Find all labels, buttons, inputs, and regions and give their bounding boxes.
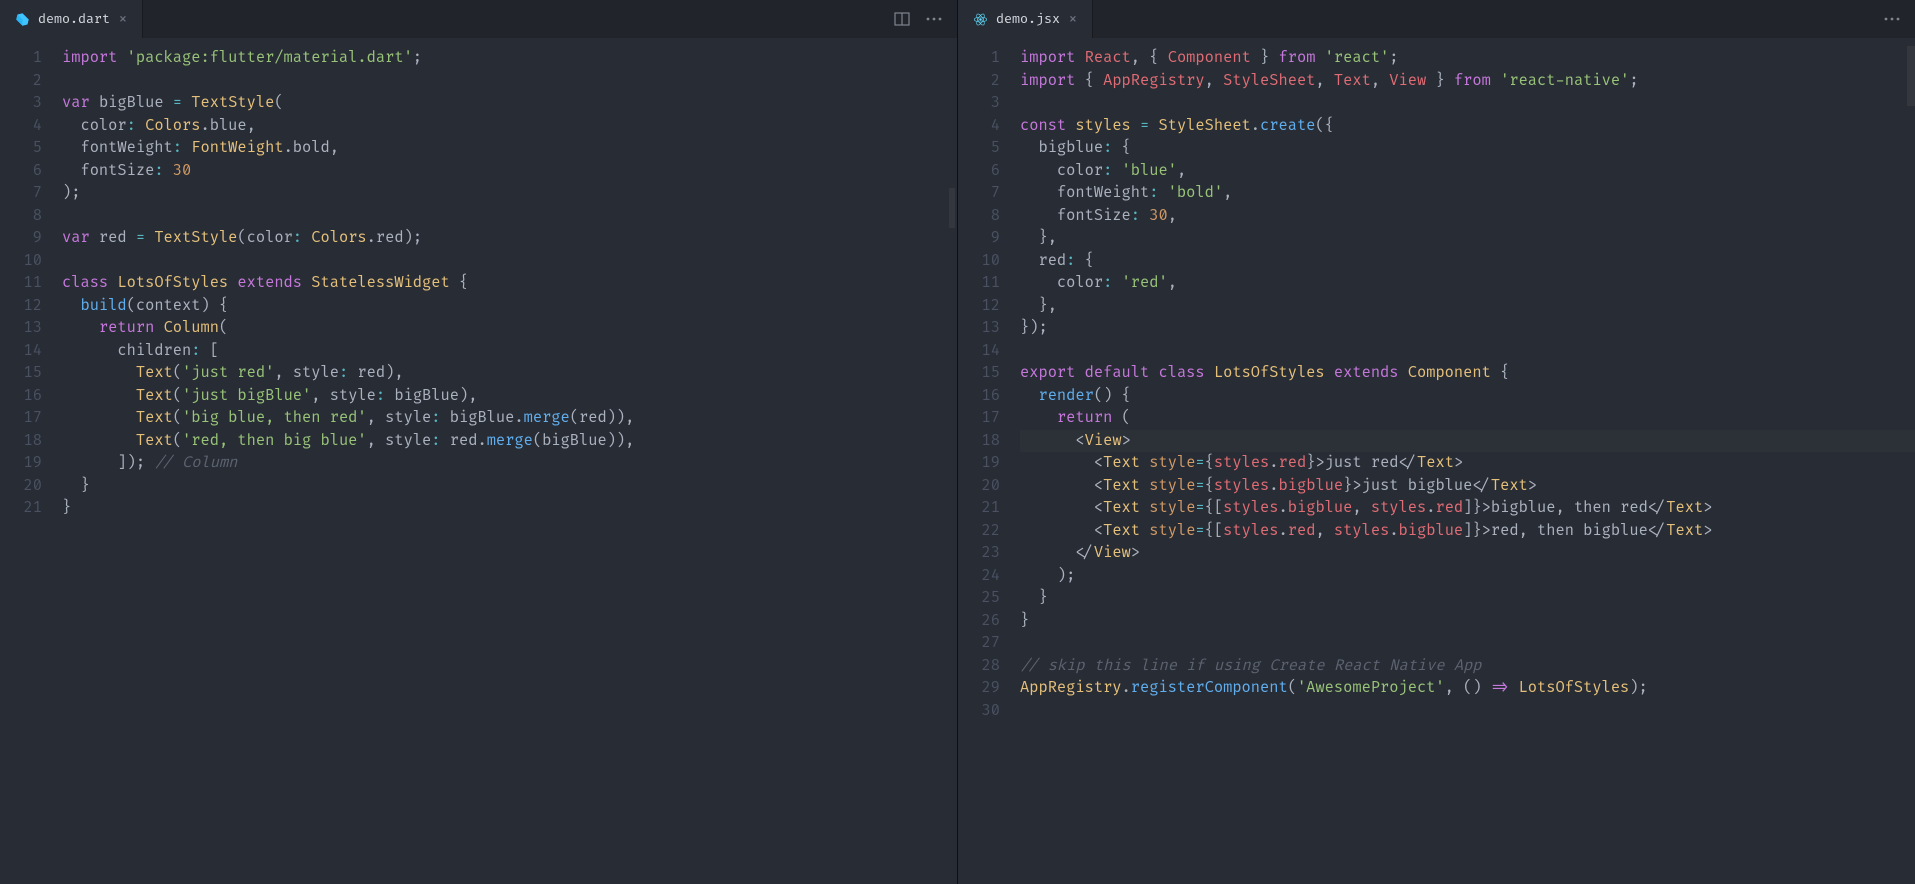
- tab-bar-left: demo.dart ×: [0, 0, 957, 38]
- tab-demo-jsx[interactable]: demo.jsx ×: [958, 0, 1093, 38]
- tab-actions-right: [1883, 10, 1915, 28]
- react-file-icon: [972, 11, 988, 27]
- minimap-left[interactable]: [949, 188, 955, 228]
- more-actions-icon[interactable]: [925, 10, 943, 28]
- code-area-right[interactable]: import React, { Component } from 'react'…: [1020, 38, 1915, 884]
- minimap-right[interactable]: [1907, 46, 1915, 106]
- tabs-right: demo.jsx ×: [958, 0, 1093, 38]
- editor-right[interactable]: 1234567891011121314151617181920212223242…: [958, 38, 1915, 884]
- tab-filename: demo.jsx: [996, 11, 1060, 27]
- tab-bar-right: demo.jsx ×: [958, 0, 1915, 38]
- tab-close-icon[interactable]: ×: [118, 11, 128, 27]
- more-actions-icon[interactable]: [1883, 10, 1901, 28]
- tab-filename: demo.dart: [38, 11, 110, 27]
- editor-pane-left: demo.dart × 1234567891011121314151617181…: [0, 0, 958, 884]
- code-area-left[interactable]: import 'package:flutter/material.dart'; …: [62, 38, 957, 884]
- tabs-left: demo.dart ×: [0, 0, 143, 38]
- editor-left[interactable]: 123456789101112131415161718192021 import…: [0, 38, 957, 884]
- editor-pane-right: demo.jsx × 12345678910111213141516171819…: [958, 0, 1915, 884]
- tab-demo-dart[interactable]: demo.dart ×: [0, 0, 143, 38]
- split-editor-icon[interactable]: [893, 10, 911, 28]
- line-gutter-right: 1234567891011121314151617181920212223242…: [958, 38, 1020, 884]
- tab-actions-left: [893, 10, 957, 28]
- tab-close-icon[interactable]: ×: [1068, 11, 1078, 27]
- dart-file-icon: [14, 11, 30, 27]
- line-gutter-left: 123456789101112131415161718192021: [0, 38, 62, 884]
